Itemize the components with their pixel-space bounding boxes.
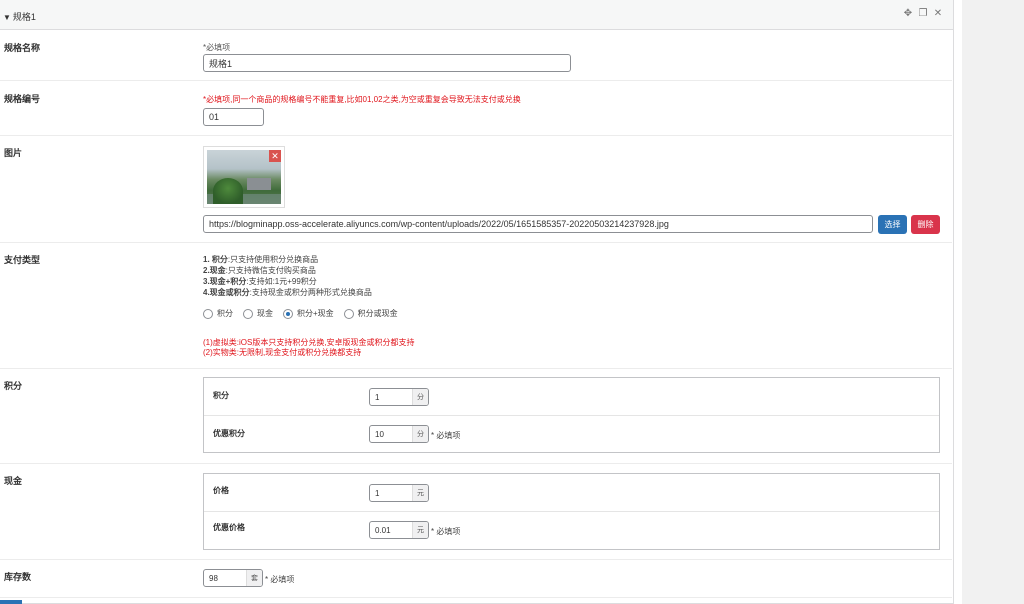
panel-title-text: 规格1 bbox=[12, 12, 36, 22]
row-spec-name: 规格名称 *必填项 bbox=[0, 31, 952, 81]
radio-selected-icon[interactable] bbox=[283, 308, 293, 319]
stock-label: 库存数 bbox=[4, 572, 32, 582]
spec-code-label: 规格编号 bbox=[4, 94, 41, 104]
discount-points-required: * 必填项 bbox=[431, 431, 461, 440]
discount-points-label: 优惠积分 bbox=[213, 429, 245, 438]
discount-points-row: 优惠积分 10 分 * 必填项 bbox=[204, 416, 939, 453]
copy-icon[interactable]: ❐ bbox=[918, 8, 928, 19]
pay-type-radios: 积分 现金 积分+现金 积分或现金 bbox=[203, 308, 398, 319]
radio-circle-icon[interactable] bbox=[343, 308, 354, 319]
panel-actions: ✥ ❐ ✕ bbox=[903, 8, 943, 19]
pay-desc-line: 4.现金或积分:支持现金或积分两种形式兑换商品 bbox=[203, 288, 372, 297]
cash-box: 价格 1元 优惠价格 0.01 元 * 必填项 bbox=[203, 473, 940, 550]
spec-code-input[interactable] bbox=[203, 108, 264, 126]
pay-desc-line: 1. 积分:只支持使用积分兑换商品 bbox=[203, 255, 319, 264]
discount-price-required: * 必填项 bbox=[431, 527, 461, 536]
points-input[interactable]: 1分 bbox=[369, 388, 429, 406]
close-icon[interactable]: ✕ bbox=[933, 8, 943, 19]
row-pay-type: 支付类型 bbox=[0, 243, 952, 369]
spec-name-input[interactable] bbox=[203, 54, 571, 72]
radio-cash[interactable]: 现金 bbox=[243, 308, 273, 319]
pay-type-description: 1. 积分:只支持使用积分兑换商品 2.现金:只支持微信支付购买商品 3.现金+… bbox=[203, 254, 372, 298]
pay-note-physical: (2)实物类:无限制,现金支付或积分兑换都支持 bbox=[203, 348, 362, 357]
row-spec-code: 规格编号 *必填项,同一个商品的规格编号不能重复,比如01,02之类,为空或重复… bbox=[0, 81, 952, 136]
discount-points-input[interactable]: 10 分 bbox=[369, 425, 429, 443]
move-icon[interactable]: ✥ bbox=[903, 8, 913, 19]
points-label: 积分 bbox=[4, 381, 23, 391]
pay-type-notes: (1)虚拟类:iOS版本只支持积分兑换,安卓版现金或积分都支持 (2)实物类:无… bbox=[203, 338, 415, 358]
stock-required: * 必填项 bbox=[265, 575, 295, 584]
discount-price-input[interactable]: 0.01 元 bbox=[369, 521, 429, 539]
image-thumbnail: ✕ bbox=[203, 146, 285, 208]
select-image-button[interactable]: 选择 bbox=[878, 215, 907, 234]
radio-points[interactable]: 积分 bbox=[203, 308, 233, 319]
remove-image-icon[interactable]: ✕ bbox=[269, 150, 281, 162]
row-stock: 库存数 98 套 * 必填项 bbox=[0, 560, 952, 598]
price-input[interactable]: 1元 bbox=[369, 484, 429, 502]
image-url-input[interactable] bbox=[203, 215, 873, 233]
bottom-button-edge[interactable] bbox=[0, 600, 22, 604]
pay-note-virtual: (1)虚拟类:iOS版本只支持积分兑换,安卓版现金或积分都支持 bbox=[203, 338, 415, 347]
radio-circle-icon[interactable] bbox=[203, 308, 213, 319]
radio-points-plus-cash[interactable]: 积分+现金 bbox=[283, 308, 334, 319]
image-label: 图片 bbox=[4, 148, 23, 158]
points-box: 积分 1分 优惠积分 10 分 * 必填项 bbox=[203, 377, 940, 453]
pay-desc-line: 3.现金+积分:支持如:1元+99积分 bbox=[203, 277, 317, 286]
points-row-label: 积分 bbox=[213, 391, 229, 400]
spec-panel: ▼规格1 ✥ ❐ ✕ 规格名称 *必填项 规格编号 *必填项,同一个商品的规格编… bbox=[0, 0, 954, 604]
spec-code-required: *必填项,同一个商品的规格编号不能重复,比如01,02之类,为空或重复会导致无法… bbox=[203, 95, 521, 104]
pay-desc-line: 2.现金:只支持微信支付购买商品 bbox=[203, 266, 316, 275]
panel-header[interactable]: ▼ 规格1 ✥ ❐ ✕ bbox=[0, 0, 953, 30]
spec-name-required: *必填项 bbox=[203, 43, 231, 52]
price-row: 价格 1元 bbox=[204, 474, 939, 512]
radio-circle-icon[interactable] bbox=[243, 308, 253, 319]
spec-name-label: 规格名称 bbox=[4, 43, 41, 53]
price-label: 价格 bbox=[213, 486, 229, 495]
chevron-down-icon: ▼ bbox=[3, 13, 11, 22]
cash-label: 现金 bbox=[4, 476, 23, 486]
delete-image-button[interactable]: 删除 bbox=[911, 215, 940, 234]
radio-points-or-cash[interactable]: 积分或现金 bbox=[343, 308, 398, 319]
panel-title[interactable]: ▼ 规格1 bbox=[3, 10, 36, 23]
discount-price-row: 优惠价格 0.01 元 * 必填项 bbox=[204, 512, 939, 550]
admin-background bbox=[962, 0, 1024, 604]
stock-input[interactable]: 98 套 bbox=[203, 569, 263, 587]
points-row: 积分 1分 bbox=[204, 378, 939, 416]
pay-type-label: 支付类型 bbox=[4, 255, 41, 265]
discount-price-label: 优惠价格 bbox=[213, 523, 245, 532]
